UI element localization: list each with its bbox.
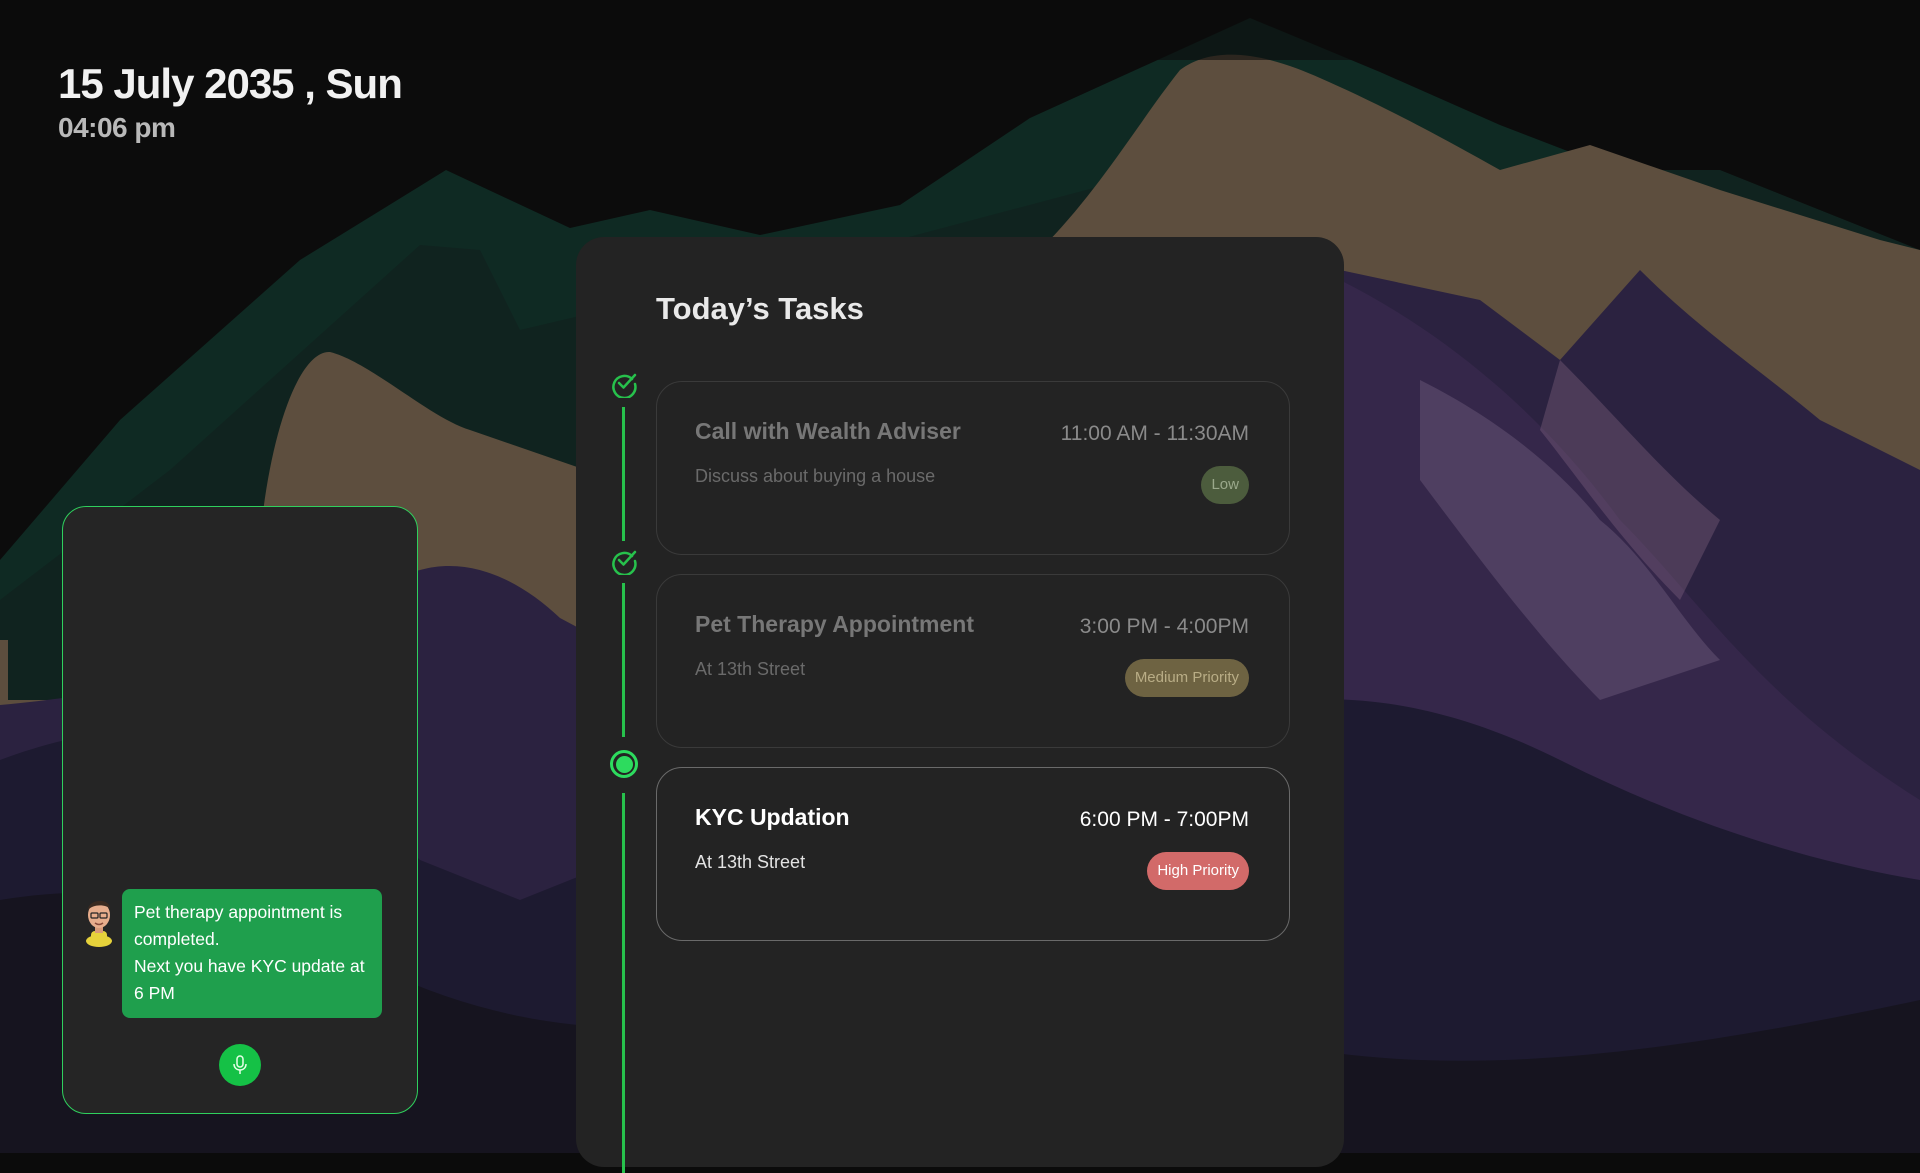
task-time: 6:00 PM - 7:00PM <box>1079 808 1249 831</box>
task-title: Pet Therapy Appointment <box>695 611 974 637</box>
date-time-header: 15 July 2035 , Sun 04:06 pm <box>58 60 403 144</box>
timeline-segment <box>622 583 625 737</box>
timeline-segment <box>622 407 625 541</box>
message-line: completed. <box>134 929 220 949</box>
message-line: Pet therapy appointment is <box>134 902 343 922</box>
assistant-avatar-icon <box>86 900 112 947</box>
microphone-icon <box>233 1055 247 1074</box>
message-line: Next you have KYC update at <box>134 956 365 976</box>
task-time: 3:00 PM - 4:00PM <box>1079 615 1249 638</box>
microphone-button[interactable] <box>219 1044 261 1086</box>
current-date: 15 July 2035 , Sun <box>58 60 403 107</box>
current-time: 04:06 pm <box>58 112 176 143</box>
assistant-panel: Pet therapy appointment is completed. Ne… <box>62 506 418 1114</box>
task-title: KYC Updation <box>695 804 850 830</box>
todays-tasks-panel: Today’s Tasks Call with Wealth Adviser D… <box>576 237 1344 1173</box>
task-card[interactable]: Pet Therapy Appointment At 13th Street 3… <box>656 574 1290 748</box>
current-task-indicator <box>610 750 638 778</box>
completed-check-icon <box>612 373 637 398</box>
timeline-segment <box>622 793 625 1173</box>
tasks-panel-title: Today’s Tasks <box>656 291 864 326</box>
priority-badge: Medium Priority <box>1124 659 1249 697</box>
task-card[interactable]: Call with Wealth Adviser Discuss about b… <box>656 381 1290 555</box>
task-subtitle: At 13th Street <box>695 852 806 872</box>
task-card[interactable]: KYC Updation At 13th Street 6:00 PM - 7:… <box>656 767 1290 941</box>
priority-badge: High Priority <box>1147 852 1249 890</box>
assistant-message-bubble: Pet therapy appointment is completed. Ne… <box>122 889 382 1018</box>
message-line: 6 PM <box>134 983 175 1003</box>
task-subtitle: Discuss about buying a house <box>695 466 936 486</box>
task-title: Call with Wealth Adviser <box>695 418 961 444</box>
task-time: 11:00 AM - 11:30AM <box>1060 422 1249 445</box>
priority-badge: Low <box>1201 466 1249 504</box>
task-subtitle: At 13th Street <box>695 659 806 679</box>
completed-check-icon <box>612 550 637 575</box>
